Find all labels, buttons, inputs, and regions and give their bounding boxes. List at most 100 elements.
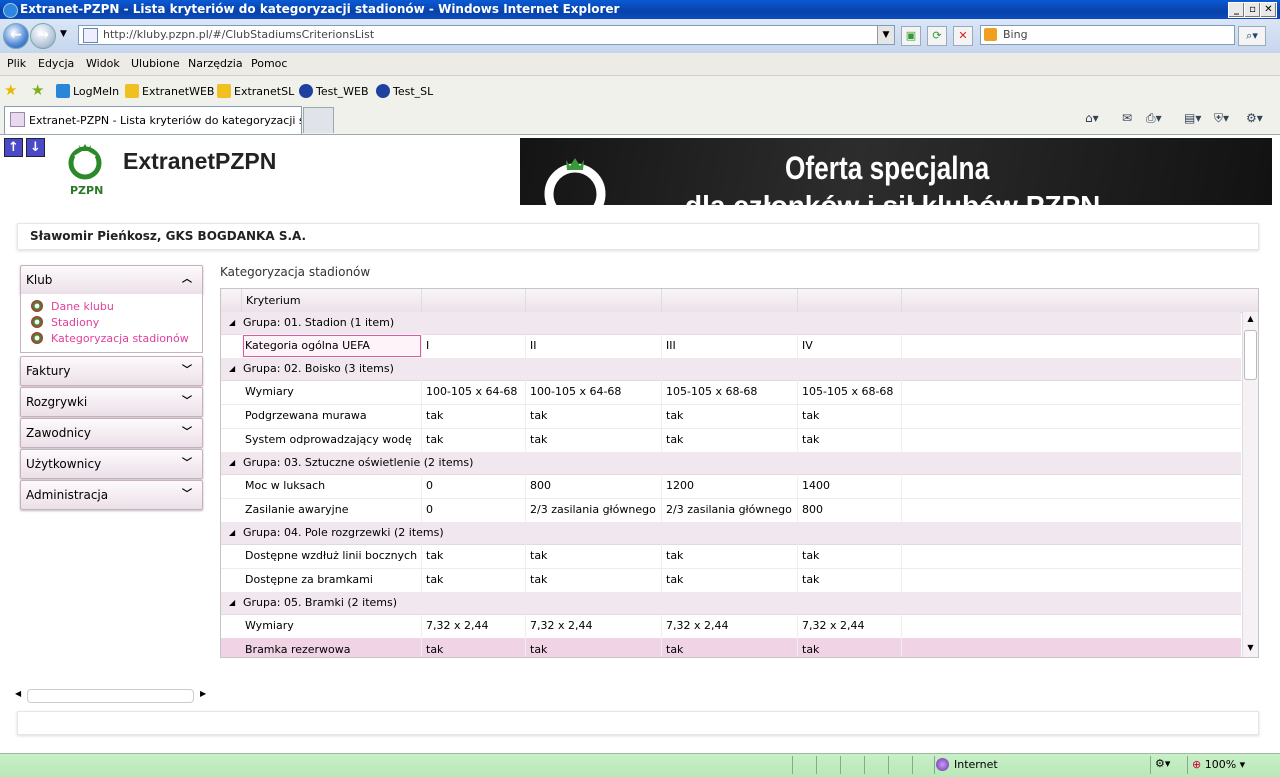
value-cell[interactable]: tak <box>798 638 902 657</box>
value-cell[interactable]: 7,32 x 2,44 <box>422 614 526 638</box>
table-row[interactable]: Bramka rezerwowa tak tak tak tak <box>221 638 1241 657</box>
scroll-left-arrow-icon[interactable]: ◀ <box>15 689 21 698</box>
value-cell[interactable]: tak <box>526 638 662 657</box>
compatibility-icon[interactable]: ▣ <box>901 26 921 46</box>
value-cell[interactable]: 105-105 x 68-68 <box>798 380 902 404</box>
value-cell[interactable]: IV <box>798 334 902 358</box>
collapse-triangle-icon[interactable]: ◢ <box>229 312 235 334</box>
value-cell[interactable]: tak <box>422 568 526 592</box>
menu-pomoc[interactable]: Pomoc <box>251 57 287 70</box>
table-row[interactable]: Wymiary 7,32 x 2,44 7,32 x 2,44 7,32 x 2,44… <box>221 614 1241 639</box>
tools-gear-icon[interactable]: ⚙▾ <box>1246 111 1263 125</box>
table-row[interactable]: Dostępne wzdłuż linii bocznych tak tak tak t… <box>221 544 1241 569</box>
close-window-button[interactable]: ✕ <box>1260 2 1277 18</box>
sidebar-section-faktury[interactable]: Faktury ﹀ <box>20 356 203 386</box>
feeds-icon[interactable]: ✉ <box>1122 111 1132 125</box>
scroll-up-icon[interactable]: ↑ <box>4 138 23 157</box>
value-cell[interactable]: tak <box>526 404 662 428</box>
sidebar-item-stadiony[interactable]: Stadiony <box>31 316 99 329</box>
column-header[interactable] <box>662 289 798 312</box>
value-cell[interactable]: tak <box>798 428 902 452</box>
protected-mode-icon[interactable]: ⚙▾ <box>1155 757 1170 770</box>
value-cell[interactable]: 1400 <box>798 474 902 498</box>
value-cell[interactable]: 0 <box>422 474 526 498</box>
criterion-cell[interactable]: Bramka rezerwowa <box>242 638 422 657</box>
sidebar-section-rozgrywki[interactable]: Rozgrywki ﹀ <box>20 387 203 417</box>
value-cell[interactable]: tak <box>798 568 902 592</box>
address-input[interactable]: http://kluby.pzpn.pl/#/ClubStadiumsCrite… <box>78 25 895 45</box>
scroll-thumb[interactable] <box>1244 330 1257 380</box>
scroll-right-arrow-icon[interactable]: ▶ <box>200 689 206 698</box>
column-header-kryterium[interactable]: Kryterium <box>242 289 422 312</box>
group-row[interactable]: ◢ Grupa: 02. Boisko (3 items) <box>221 358 1241 381</box>
collapse-triangle-icon[interactable]: ◢ <box>229 358 235 380</box>
sidebar-section-klub[interactable]: Klub ︿ <box>20 265 203 295</box>
group-row[interactable]: ◢ Grupa: 01. Stadion (1 item) <box>221 312 1241 335</box>
value-cell[interactable]: tak <box>422 428 526 452</box>
address-dropdown-icon[interactable]: ▼ <box>877 26 894 44</box>
forward-button[interactable]: → <box>30 23 56 49</box>
safety-icon[interactable]: ⛨▾ <box>1214 111 1229 126</box>
horizontal-scrollbar[interactable]: ◀ ▶ <box>12 688 210 703</box>
favorites-star-icon[interactable]: ★ <box>4 81 17 99</box>
menu-ulubione[interactable]: Ulubione <box>131 57 180 70</box>
group-row[interactable]: ◢ Grupa: 04. Pole rozgrzewki (2 items) <box>221 522 1241 545</box>
criterion-cell[interactable]: Kategoria ogólna UEFA <box>242 334 422 358</box>
table-row[interactable]: Moc w luksach 0 800 1200 1400 <box>221 474 1241 499</box>
maximize-button[interactable]: ▫ <box>1244 2 1261 18</box>
search-input[interactable]: Bing <box>980 25 1235 45</box>
print-icon[interactable]: ⎙▾ <box>1146 111 1162 126</box>
stop-icon[interactable]: ✕ <box>953 26 973 46</box>
criterion-cell[interactable]: Dostępne wzdłuż linii bocznych <box>242 544 422 568</box>
value-cell[interactable]: 800 <box>798 498 902 522</box>
value-cell[interactable]: tak <box>422 638 526 657</box>
value-cell[interactable]: 2/3 zasilania głównego <box>662 498 798 522</box>
security-zone[interactable]: Internet <box>936 758 998 771</box>
criterion-cell[interactable]: Podgrzewana murawa <box>242 404 422 428</box>
table-row[interactable]: Zasilanie awaryjne 0 2/3 zasilania główneg… <box>221 498 1241 523</box>
minimize-button[interactable]: _ <box>1228 2 1245 18</box>
menu-widok[interactable]: Widok <box>86 57 120 70</box>
value-cell[interactable]: tak <box>662 428 798 452</box>
value-cell[interactable]: tak <box>798 544 902 568</box>
sidebar-section-zawodnicy[interactable]: Zawodnicy ﹀ <box>20 418 203 448</box>
value-cell[interactable]: 800 <box>526 474 662 498</box>
column-header[interactable] <box>526 289 662 312</box>
collapse-triangle-icon[interactable]: ◢ <box>229 452 235 474</box>
fav-logmein[interactable]: LogMeIn <box>56 84 119 98</box>
criterion-cell[interactable]: Moc w luksach <box>242 474 422 498</box>
fav-test-web[interactable]: Test_WEB <box>299 84 369 98</box>
criterion-cell[interactable]: Wymiary <box>242 380 422 404</box>
add-favorite-icon[interactable]: ★ <box>31 81 44 99</box>
value-cell[interactable]: I <box>422 334 526 358</box>
value-cell[interactable]: tak <box>526 428 662 452</box>
criterion-cell[interactable]: Dostępne za bramkami <box>242 568 422 592</box>
sidebar-item-dane-klubu[interactable]: Dane klubu <box>31 300 114 313</box>
fav-extranetsl[interactable]: ExtranetSL <box>217 84 294 98</box>
vertical-scrollbar[interactable]: ▲ ▼ <box>1242 312 1258 657</box>
menu-edycja[interactable]: Edycja <box>38 57 74 70</box>
fav-test-sl[interactable]: Test_SL <box>376 84 433 98</box>
value-cell[interactable]: tak <box>422 544 526 568</box>
table-row[interactable]: System odprowadzający wodę tak tak tak tak <box>221 428 1241 453</box>
column-header[interactable] <box>798 289 902 312</box>
group-row[interactable]: ◢ Grupa: 03. Sztuczne oświetlenie (2 item… <box>221 452 1241 475</box>
value-cell[interactable]: 0 <box>422 498 526 522</box>
criterion-cell[interactable]: Wymiary <box>242 614 422 638</box>
value-cell[interactable]: tak <box>526 568 662 592</box>
value-cell[interactable]: tak <box>662 638 798 657</box>
value-cell[interactable]: 7,32 x 2,44 <box>798 614 902 638</box>
table-row[interactable]: Wymiary 100-105 x 64-68 100-105 x 64-68 105… <box>221 380 1241 405</box>
search-icon[interactable]: ⌕▾ <box>1238 26 1266 46</box>
value-cell[interactable]: 7,32 x 2,44 <box>526 614 662 638</box>
sidebar-section-uzytkownicy[interactable]: Użytkownicy ﹀ <box>20 449 203 479</box>
zoom-level[interactable]: ⊕ 100% ▾ <box>1192 758 1245 771</box>
menu-narzedzia[interactable]: Narzędzia <box>188 57 243 70</box>
scroll-up-arrow-icon[interactable]: ▲ <box>1243 314 1258 326</box>
table-row[interactable]: Dostępne za bramkami tak tak tak tak <box>221 568 1241 593</box>
value-cell[interactable]: 100-105 x 64-68 <box>526 380 662 404</box>
home-icon[interactable]: ⌂▾ <box>1085 111 1099 125</box>
menu-plik[interactable]: Plik <box>7 57 26 70</box>
collapse-triangle-icon[interactable]: ◢ <box>229 522 235 544</box>
column-header[interactable] <box>422 289 526 312</box>
